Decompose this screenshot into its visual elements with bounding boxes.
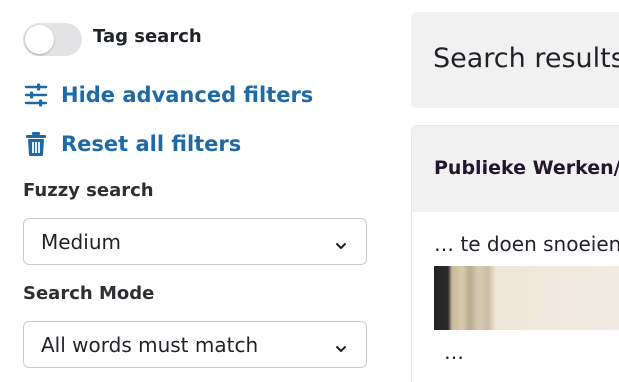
tag-search-toggle[interactable] [23, 23, 82, 56]
toggle-knob [25, 25, 54, 54]
hide-advanced-filters-label: Hide advanced filters [61, 83, 314, 107]
sliders-icon [23, 82, 49, 108]
result-thumbnail[interactable] [434, 266, 619, 330]
result-snippet: … te doen snoeien [434, 232, 619, 256]
fuzzy-search-select[interactable]: Medium [23, 218, 367, 265]
hide-advanced-filters-button[interactable]: Hide advanced filters [23, 82, 313, 108]
search-mode-value: All words must match [41, 332, 259, 357]
fuzzy-search-label: Fuzzy search [23, 180, 154, 201]
reset-all-filters-button[interactable]: Reset all filters [23, 131, 241, 157]
trash-icon [23, 131, 49, 157]
tag-search-label: Tag search [93, 26, 202, 47]
results-title: Search results [433, 43, 619, 74]
chevron-down-icon [334, 337, 348, 361]
result-more: … [444, 340, 464, 364]
search-mode-label: Search Mode [23, 283, 155, 304]
search-mode-select[interactable]: All words must match [23, 321, 367, 368]
fuzzy-search-value: Medium [41, 229, 121, 254]
page: Tag search Hide advanced filters Reset a… [0, 0, 619, 382]
reset-all-filters-label: Reset all filters [61, 132, 242, 156]
result-title[interactable]: Publieke Werken/ [434, 157, 619, 179]
chevron-down-icon [334, 234, 348, 258]
